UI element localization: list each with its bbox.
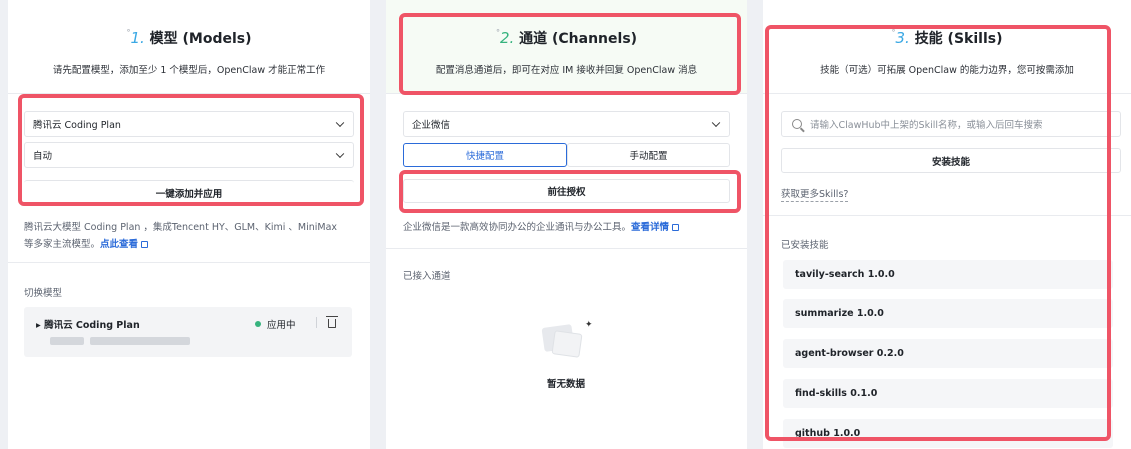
install-skill-button[interactable]: 安装技能 <box>781 148 1121 173</box>
channel-select[interactable]: 企业微信 <box>403 111 730 137</box>
model-name: ▸ 腾讯云 Coding Plan <box>36 320 140 331</box>
channels-info: 企业微信是一款高效协同办公的企业通讯与办公工具。查看详情 <box>403 219 680 233</box>
divider <box>316 317 317 328</box>
divider <box>763 215 1131 216</box>
chevron-down-icon <box>335 118 345 128</box>
model-card[interactable]: ▸ 腾讯云 Coding Plan 应用中 <box>24 307 352 357</box>
installed-label: 已安装技能 <box>781 240 829 251</box>
skill-item: github 1.0.0 <box>783 419 1113 448</box>
skill-item: tavily-search 1.0.0 <box>783 260 1113 289</box>
models-header: °1. 模型 (Models) 请先配置模型，添加至少 1 个模型后，OpenC… <box>8 0 370 94</box>
status-dot-icon <box>255 321 261 327</box>
skill-item: agent-browser 0.2.0 <box>783 339 1113 368</box>
channels-panel: °2. 通道 (Channels) 配置消息通道后，即可在对应 IM 接收并回复… <box>386 0 747 449</box>
tab-quick-config[interactable]: 快捷配置 <box>403 143 567 167</box>
external-link-icon <box>141 241 149 248</box>
status-badge: 应用中 <box>255 317 296 331</box>
redacted-text <box>90 337 190 345</box>
view-link[interactable]: 点此查看 <box>100 239 138 250</box>
channels-header: °2. 通道 (Channels) 配置消息通道后，即可在对应 IM 接收并回复… <box>386 0 747 94</box>
models-info-1: 腾讯云大模型 Coding Plan ，集成Tencent HY、GLM、Kim… <box>24 222 338 233</box>
models-panel: °1. 模型 (Models) 请先配置模型，添加至少 1 个模型后，OpenC… <box>8 0 370 449</box>
provider-select[interactable]: 腾讯云 Coding Plan <box>24 111 354 137</box>
divider <box>8 262 370 263</box>
models-title: °1. 模型 (Models) <box>126 28 252 47</box>
channels-desc: 配置消息通道后，即可在对应 IM 接收并回复 OpenClaw 消息 <box>435 65 698 76</box>
skills-desc: 技能（可选）可拓展 OpenClaw 的能力边界，您可按需添加 <box>820 65 1074 76</box>
skills-panel: °3. 技能 (Skills) 技能（可选）可拓展 OpenClaw 的能力边界… <box>763 0 1131 449</box>
skill-search-input[interactable]: 请输入ClawHub中上架的Skill名称，或输入后回车搜索 <box>781 111 1121 137</box>
channels-title: °2. 通道 (Channels) <box>495 28 638 47</box>
skill-item: summarize 1.0.0 <box>783 299 1113 328</box>
models-info-2: 等多家主流模型。点此查看 <box>24 236 149 250</box>
switch-model-label: 切换模型 <box>24 288 63 299</box>
apply-button[interactable]: 一键添加并应用 <box>24 180 354 204</box>
connected-label: 已接入通道 <box>403 271 451 282</box>
trash-icon[interactable] <box>326 316 338 328</box>
empty-box-icon: ✦ <box>541 320 593 360</box>
redacted-text <box>50 337 84 345</box>
tab-manual-config[interactable]: 手动配置 <box>567 143 730 167</box>
mode-select[interactable]: 自动 <box>24 142 354 168</box>
skills-header: °3. 技能 (Skills) 技能（可选）可拓展 OpenClaw 的能力边界… <box>763 0 1131 94</box>
authorize-button[interactable]: 前往授权 <box>403 179 730 203</box>
more-skills-link[interactable]: 获取更多Skills? <box>781 186 849 202</box>
skills-title: °3. 技能 (Skills) <box>891 28 1003 47</box>
empty-text: 暂无数据 <box>547 379 586 390</box>
models-desc: 请先配置模型，添加至少 1 个模型后，OpenClaw 才能正常工作 <box>52 65 326 76</box>
skill-item: find-skills 0.1.0 <box>783 379 1113 408</box>
chevron-down-icon <box>335 149 345 159</box>
divider <box>386 248 747 249</box>
details-link[interactable]: 查看详情 <box>631 222 669 233</box>
external-link-icon <box>672 224 680 231</box>
search-icon <box>792 119 802 129</box>
chevron-down-icon <box>711 118 721 128</box>
